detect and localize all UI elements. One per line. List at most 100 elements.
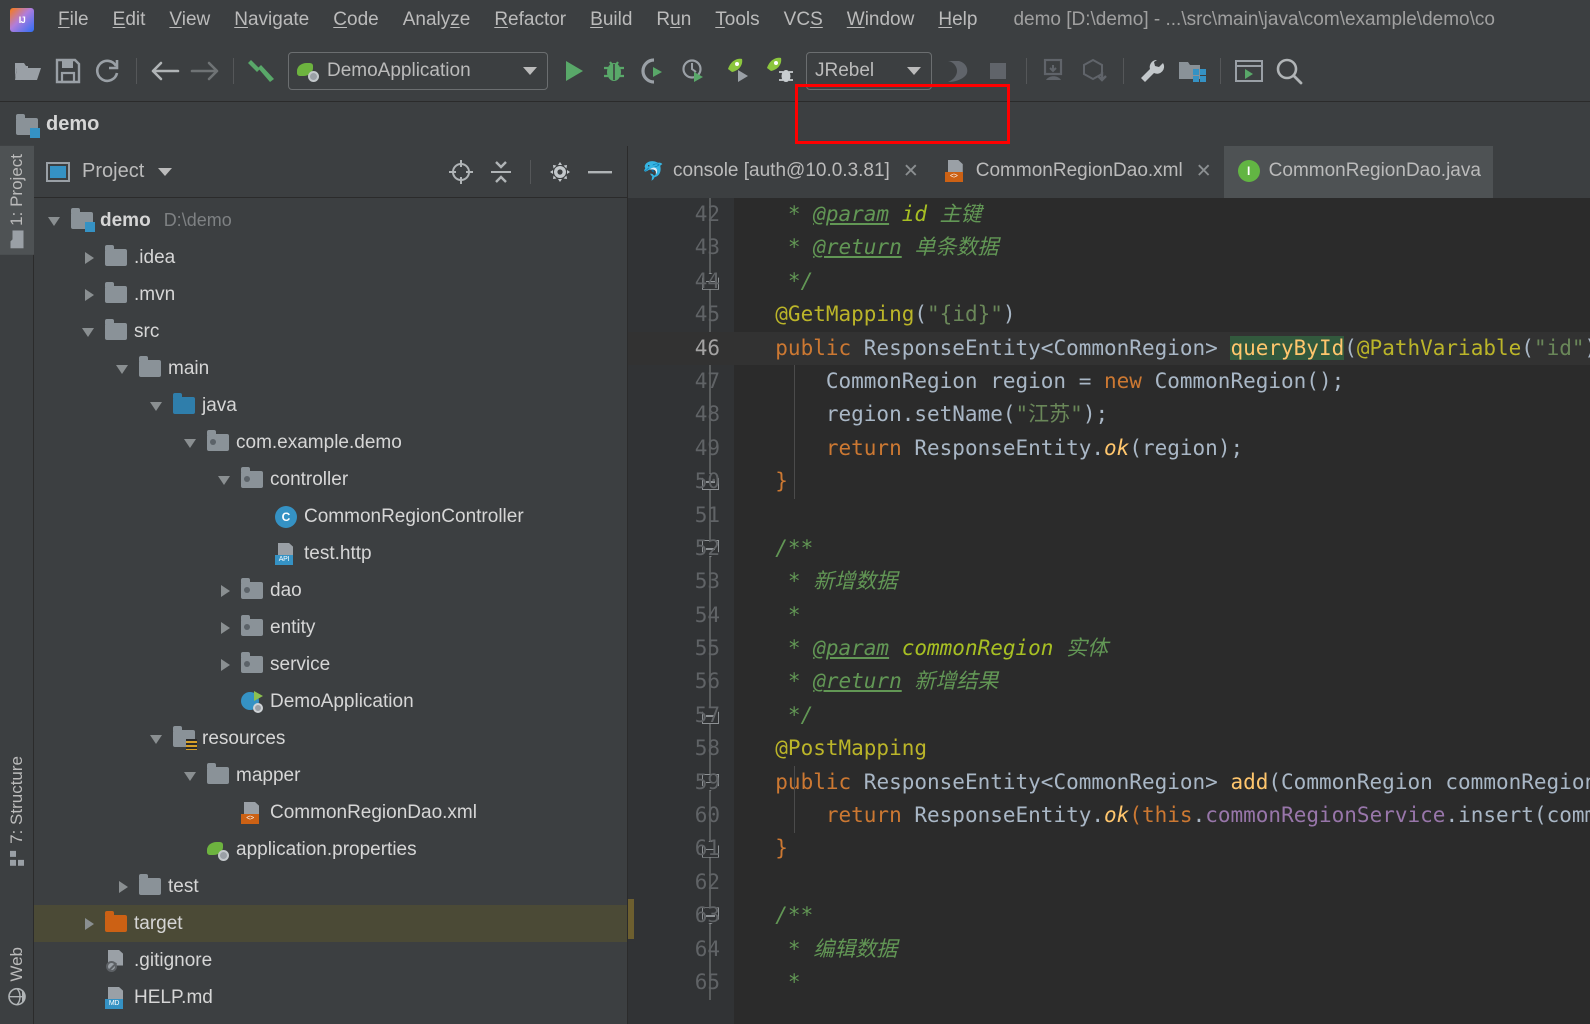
code-line[interactable]: } [734,465,1590,498]
tree-twisty-closed-icon[interactable] [80,286,98,304]
code-editor[interactable]: 42 43 44 45 46 47 48 49 50 51 52 53 54 55 56 57 58 59 60 61… [628,198,1590,1024]
run-icon[interactable] [554,51,594,91]
code-line[interactable]: region.setName("江苏"); [734,398,1590,431]
code-line[interactable]: @PostMapping [734,732,1590,765]
tree-row[interactable]: resources [34,720,627,757]
forward-arrow-icon[interactable] [185,51,225,91]
tree-row[interactable]: com.example.demo [34,424,627,461]
jrebel-debug-icon[interactable] [760,51,800,91]
tree-twisty-closed-icon[interactable] [216,582,234,600]
tree-row[interactable]: C CommonRegionController [34,498,627,535]
tree-twisty-open-icon[interactable] [182,767,200,785]
tree-twisty-closed-icon[interactable] [114,878,132,896]
back-arrow-icon[interactable] [145,51,185,91]
jrebel-run-icon[interactable] [720,51,760,91]
code-line[interactable]: } [734,832,1590,865]
sidebar-item-web[interactable]: Web [0,939,34,1014]
build-hammer-icon[interactable] [242,51,282,91]
project-structure-icon[interactable] [1172,51,1212,91]
tree-row[interactable]: test [34,868,627,905]
tree-row[interactable]: service [34,646,627,683]
update-project-icon[interactable] [1035,51,1075,91]
tree-twisty-open-icon[interactable] [148,397,166,415]
tree-row[interactable]: entity [34,609,627,646]
menu-item-navigate[interactable]: Navigate [222,6,321,34]
open-project-icon[interactable] [8,51,48,91]
tree-twisty-open-icon[interactable] [80,323,98,341]
editor-tab[interactable]: I CommonRegionDao.java [1223,146,1493,198]
tree-row[interactable]: application.properties [34,831,627,868]
code-line[interactable]: CommonRegion region = new CommonRegion()… [734,365,1590,398]
tree-twisty-closed-icon[interactable] [80,915,98,933]
tree-row[interactable]: target [34,905,627,942]
tree-row[interactable]: <> CommonRegionDao.xml [34,794,627,831]
menu-item-edit[interactable]: Edit [101,6,158,34]
settings-gear-icon[interactable] [543,155,577,189]
code-line[interactable]: public ResponseEntity<CommonRegion> add(… [734,766,1590,799]
tree-row[interactable]: main [34,350,627,387]
code-line[interactable]: */ [734,265,1590,298]
settings-wrench-icon[interactable] [1132,51,1172,91]
tree-row[interactable]: .gitignore [34,942,627,979]
menu-item-analyze[interactable]: Analyze [391,6,483,34]
code-line[interactable]: * [734,966,1590,999]
code-line[interactable]: */ [734,699,1590,732]
sidebar-item-structure[interactable]: 7: Structure [0,748,34,874]
select-opened-file-icon[interactable] [444,155,478,189]
tree-row[interactable]: MD HELP.md [34,979,627,1016]
tree-row[interactable]: src [34,313,627,350]
search-everywhere-icon[interactable] [1269,51,1309,91]
tree-twisty-open-icon[interactable] [46,212,64,230]
editor-tab[interactable]: console [auth@10.0.3.81] ✕ [628,146,931,198]
code-line[interactable]: * @return 单条数据 [734,231,1590,264]
breadcrumb-demo[interactable]: demo [46,113,99,136]
tree-row[interactable]: API test.http [34,535,627,572]
tree-twisty-open-icon[interactable] [216,471,234,489]
debug-icon[interactable] [594,51,634,91]
code-line[interactable] [734,499,1590,532]
code-line[interactable]: * 新增数据 [734,565,1590,598]
menu-item-refactor[interactable]: Refactor [482,6,578,34]
tree-row[interactable]: .idea [34,239,627,276]
editor-tab[interactable]: <> CommonRegionDao.xml ✕ [931,146,1224,198]
code-line[interactable]: return ResponseEntity.ok(this.commonRegi… [734,799,1590,832]
tree-twisty-open-icon[interactable] [114,360,132,378]
code-line[interactable] [734,866,1590,899]
menu-item-view[interactable]: View [157,6,222,34]
editor-code-lines[interactable]: * @param id 主键 * @return 单条数据 */ @GetMap… [734,198,1590,1024]
menu-item-window[interactable]: Window [835,6,927,34]
close-icon[interactable]: ✕ [1196,160,1212,183]
tree-twisty-open-icon[interactable] [148,730,166,748]
menu-item-file[interactable]: File [46,6,101,34]
jrebel-combo[interactable]: JRebel [806,51,932,90]
tree-twisty-closed-icon[interactable] [216,656,234,674]
save-all-icon[interactable] [48,51,88,91]
tree-row[interactable]: DemoApplication [34,683,627,720]
tree-row[interactable]: mapper [34,757,627,794]
attach-profiler-icon[interactable] [938,51,978,91]
tree-twisty-closed-icon[interactable] [80,249,98,267]
tree-row[interactable]: dao [34,572,627,609]
editor-gutter[interactable]: 42 43 44 45 46 47 48 49 50 51 52 53 54 55 56 57 58 59 60 61… [628,198,734,1024]
hide-panel-icon[interactable] [583,155,617,189]
stop-icon[interactable] [978,51,1018,91]
run-with-coverage-icon[interactable] [634,51,674,91]
menu-item-run[interactable]: Run [644,6,703,34]
menu-item-build[interactable]: Build [578,6,644,34]
tree-row[interactable]: java [34,387,627,424]
tree-twisty-closed-icon[interactable] [216,619,234,637]
close-icon[interactable]: ✕ [903,160,919,183]
run-configuration-selector[interactable]: DemoApplication [288,51,548,90]
collapse-all-icon[interactable] [484,155,518,189]
commit-icon[interactable] [1075,51,1115,91]
code-line[interactable]: @GetMapping("{id}") [734,298,1590,331]
profiler-icon[interactable] [674,51,714,91]
tree-twisty-open-icon[interactable] [182,434,200,452]
menu-item-tools[interactable]: Tools [703,6,771,34]
tree-row[interactable]: controller [34,461,627,498]
tree-row[interactable]: demo D:\demo [34,202,627,239]
code-line[interactable]: /** [734,532,1590,565]
tree-row[interactable]: .mvn [34,276,627,313]
code-line[interactable]: * @param commonRegion 实体 [734,632,1590,665]
code-line[interactable]: public ResponseEntity<CommonRegion> quer… [734,331,1590,365]
